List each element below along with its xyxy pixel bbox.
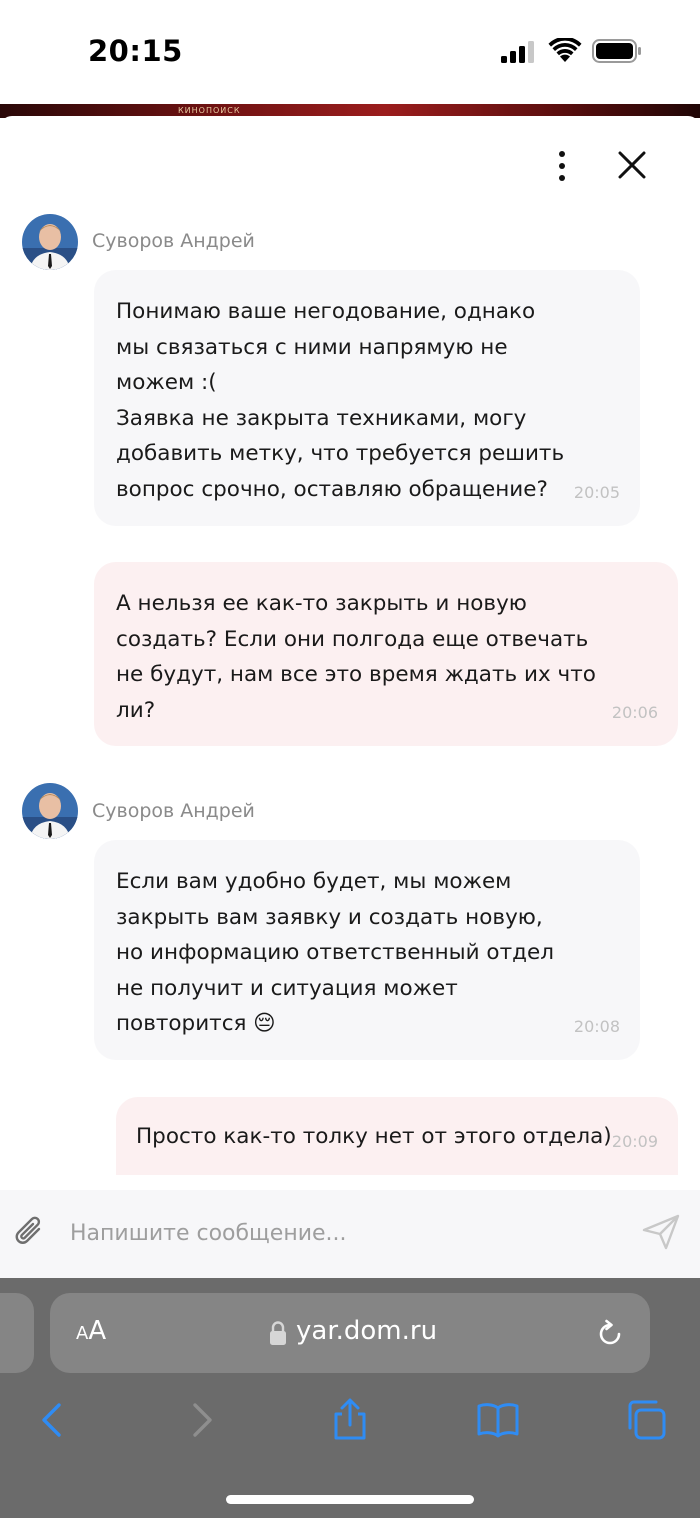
outgoing-message: Просто как-то толку нет от этого отдела)… (116, 1097, 678, 1175)
outgoing-message: А нельзя ее как-то закрыть и новую созда… (94, 562, 678, 746)
message-time: 20:05 (573, 482, 620, 502)
aa-large-label: A (88, 1316, 107, 1346)
message-time: 20:08 (573, 1016, 620, 1036)
forward-icon[interactable] (180, 1398, 224, 1442)
more-icon (559, 163, 565, 169)
share-icon[interactable] (328, 1398, 372, 1442)
more-options-button[interactable] (542, 146, 582, 186)
reader-options-button[interactable]: AA (76, 1316, 106, 1346)
status-time: 20:15 (88, 34, 183, 68)
message-text: Просто как-то толку нет от этого отдела) (136, 1124, 612, 1149)
message-text: Если вам удобно будет, мы можем закрыть … (116, 869, 554, 1036)
previous-tab-preview[interactable] (0, 1293, 34, 1373)
more-icon (559, 151, 565, 157)
back-icon[interactable] (30, 1398, 74, 1442)
message-input[interactable] (70, 1212, 610, 1254)
message-time: 20:09 (611, 1131, 658, 1151)
background-page-logo: КИНОПОИСК (178, 106, 241, 115)
incoming-message: Понимаю ваше негодование, однако мы связ… (94, 270, 640, 526)
tabs-icon[interactable] (624, 1398, 668, 1442)
paperclip-icon[interactable] (12, 1212, 48, 1252)
reload-icon[interactable] (594, 1318, 626, 1350)
avatar (22, 214, 78, 270)
sender-name: Суворов Андрей (92, 230, 255, 252)
lock-icon (270, 1321, 286, 1345)
incoming-message: Если вам удобно будет, мы можем закрыть … (94, 840, 640, 1060)
aa-small-label: A (76, 1323, 89, 1344)
battery-icon (592, 39, 641, 63)
message-time: 20:06 (611, 702, 658, 722)
url-text: yar.dom.ru (296, 1316, 438, 1346)
message-text: А нельзя ее как-то закрыть и новую созда… (116, 591, 596, 723)
home-indicator[interactable] (226, 1495, 474, 1504)
avatar (22, 783, 78, 839)
message-text: Понимаю ваше негодование, однако мы связ… (116, 299, 565, 502)
wifi-icon (548, 38, 582, 62)
sender-name: Суворов Андрей (92, 800, 255, 822)
close-icon[interactable] (612, 145, 652, 185)
signal-icon (501, 41, 534, 63)
send-icon[interactable] (640, 1212, 682, 1252)
bookmarks-icon[interactable] (476, 1398, 520, 1442)
status-bar: 20:15 (0, 0, 700, 104)
more-icon (559, 175, 565, 181)
